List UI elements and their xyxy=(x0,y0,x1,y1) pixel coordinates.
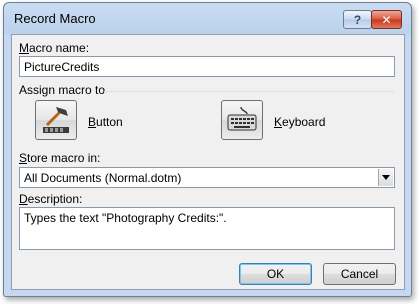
group-divider xyxy=(104,91,394,92)
description-textarea[interactable]: Types the text "Photography Credits:". xyxy=(19,207,395,250)
store-macro-in-select[interactable]: All Documents (Normal.dotm) xyxy=(19,167,395,188)
dropdown-arrow-button[interactable] xyxy=(378,169,393,186)
macro-name-input[interactable]: PictureCredits xyxy=(19,56,395,77)
macro-name-label: Macro name: xyxy=(19,41,90,55)
chevron-down-icon xyxy=(382,175,390,180)
title-bar: Record Macro ? ✕ xyxy=(4,3,411,34)
keyboard-icon xyxy=(227,106,257,131)
keyboard-option-label[interactable]: Keyboard xyxy=(274,115,325,129)
close-button[interactable]: ✕ xyxy=(371,10,402,29)
store-macro-in-label: Store macro in: xyxy=(19,151,101,165)
assign-macro-to-label: Assign macro to xyxy=(19,83,106,97)
cancel-button[interactable]: Cancel xyxy=(323,263,396,285)
assign-to-button-button[interactable] xyxy=(35,100,77,140)
help-button[interactable]: ? xyxy=(343,10,372,29)
description-label: Description: xyxy=(19,192,83,206)
help-icon: ? xyxy=(353,12,362,27)
close-icon: ✕ xyxy=(381,12,392,27)
dialog-title: Record Macro xyxy=(14,11,96,26)
button-option-label[interactable]: Button xyxy=(88,115,123,129)
store-macro-in-value: All Documents (Normal.dotm) xyxy=(24,171,182,185)
assign-to-keyboard-button[interactable] xyxy=(221,100,263,140)
hammer-icon xyxy=(43,107,69,133)
record-macro-dialog: Record Macro ? ✕ Macro name: PictureCred… xyxy=(3,2,412,297)
ok-button[interactable]: OK xyxy=(239,263,312,285)
dialog-body: Macro name: PictureCredits Assign macro … xyxy=(11,34,405,290)
